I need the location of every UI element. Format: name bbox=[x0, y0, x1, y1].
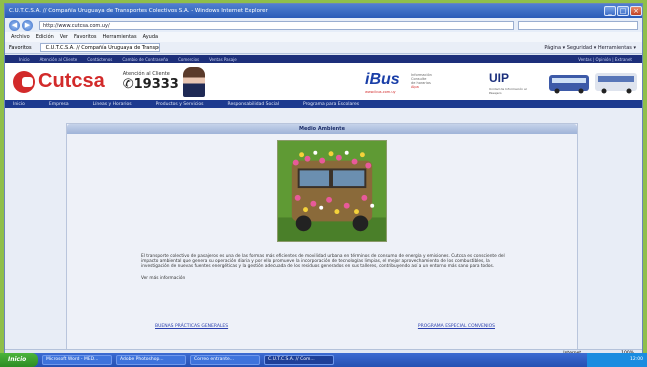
phone-number: ✆19333 bbox=[122, 77, 179, 92]
window-title: C.U.T.C.S.A. // Compañía Uruguaya de Tra… bbox=[9, 8, 268, 14]
ibus-info: Información Consulte de horarios Alpa bbox=[411, 73, 432, 89]
start-button[interactable]: Inicio bbox=[0, 353, 38, 367]
flower-bus-image bbox=[277, 140, 387, 242]
maximize-button[interactable]: □ bbox=[617, 6, 629, 16]
main-nav: Inicio Empresa Líneas y Horarios Product… bbox=[5, 100, 642, 108]
more-info-link[interactable]: Ver más información bbox=[141, 276, 511, 281]
nav-empresa[interactable]: Empresa bbox=[49, 102, 69, 107]
nav-responsabilidad[interactable]: Responsabilidad Social bbox=[228, 102, 279, 107]
link-buenas-practicas[interactable]: BUENAS PRÁCTICAS GENERALES bbox=[155, 324, 228, 329]
taskbar-item[interactable]: Correo entrante... bbox=[190, 355, 260, 365]
forward-button[interactable]: ▶ bbox=[22, 19, 33, 31]
address-bar[interactable]: http://www.cutcsa.com.uy/ bbox=[39, 20, 514, 30]
bus-logo-icon bbox=[13, 70, 35, 93]
nav-productos[interactable]: Productos y Servicios bbox=[156, 102, 204, 107]
back-button[interactable]: ◀ bbox=[9, 19, 20, 31]
paragraph: El transporte colectivo de pasajeros es … bbox=[141, 254, 505, 270]
top-link[interactable]: Contáctenos bbox=[87, 57, 112, 62]
site-top-strip: Inicio Atención al Cliente Contáctenos C… bbox=[5, 55, 642, 63]
menu-ver[interactable]: Ver bbox=[60, 34, 68, 40]
menu-archivo[interactable]: Archivo bbox=[11, 34, 30, 40]
system-tray-clock: 12:00 bbox=[587, 353, 647, 367]
nav-escolares[interactable]: Programa para Escolares bbox=[303, 102, 359, 107]
section-title: Medio Ambiente bbox=[67, 124, 577, 134]
command-bar[interactable]: Página ▾ Seguridad ▾ Herramientas ▾ bbox=[544, 45, 636, 51]
cutcsa-logo[interactable]: Cutcsa bbox=[13, 70, 105, 93]
search-input[interactable] bbox=[518, 20, 638, 30]
ibus-url[interactable]: www.ibus.com.uy bbox=[365, 90, 396, 94]
menu-herramientas[interactable]: Herramientas bbox=[103, 34, 137, 40]
content-panel: Medio Ambiente El transporte colectivo d… bbox=[66, 123, 578, 349]
title-bar: C.U.T.C.S.A. // Compañía Uruguaya de Tra… bbox=[5, 4, 642, 18]
link-programa-especial[interactable]: PROGRAMA ESPECIAL CONVENIOS bbox=[418, 324, 495, 329]
site-header: Cutcsa Atención al Cliente ✆19333 iBus w… bbox=[5, 63, 642, 100]
agent-photo bbox=[182, 66, 205, 97]
uip-caption: Unidad de Información al Pasajero bbox=[489, 87, 527, 95]
brand-name: Cutcsa bbox=[38, 70, 105, 92]
nav-inicio[interactable]: Inicio bbox=[13, 102, 25, 107]
favorites-button[interactable]: Favoritos bbox=[9, 45, 32, 51]
bottom-links: BUENAS PRÁCTICAS GENERALES PROGRAMA ESPE… bbox=[155, 324, 495, 329]
taskbar-item-active[interactable]: C.U.T.C.S.A. // Com... bbox=[264, 355, 334, 365]
minimize-button[interactable]: _ bbox=[604, 6, 616, 16]
contact-block: Atención al Cliente ✆19333 bbox=[123, 71, 179, 92]
nav-lineas[interactable]: Líneas y Horarios bbox=[93, 102, 132, 107]
taskbar-item[interactable]: Microsoft Word - MED... bbox=[42, 355, 112, 365]
top-link[interactable]: Inicio bbox=[19, 57, 30, 62]
top-right-links[interactable]: Ventas | Opinión | Extranet bbox=[578, 57, 632, 62]
top-link[interactable]: Cambio de Contraseña bbox=[122, 57, 168, 62]
page-viewport: Inicio Atención al Cliente Contáctenos C… bbox=[5, 55, 642, 349]
top-link[interactable]: Atención al Cliente bbox=[40, 57, 78, 62]
menu-bar: Archivo Edición Ver Favoritos Herramient… bbox=[5, 32, 642, 42]
buses-image bbox=[549, 73, 637, 94]
taskbar: Inicio Microsoft Word - MED... Adobe Pho… bbox=[0, 353, 647, 367]
uip-logo[interactable]: UIP bbox=[489, 71, 509, 85]
top-link[interactable]: Comercios bbox=[178, 57, 199, 62]
top-link[interactable]: Ventas Pasaje bbox=[209, 57, 237, 62]
browser-window: C.U.T.C.S.A. // Compañía Uruguaya de Tra… bbox=[4, 3, 643, 365]
favorites-bar: Favoritos C.U.T.C.S.A. // Compañía Urugu… bbox=[5, 42, 642, 54]
menu-favoritos[interactable]: Favoritos bbox=[74, 34, 97, 40]
body-text: El transporte colectivo de pasajeros es … bbox=[141, 254, 511, 281]
ibus-logo[interactable]: iBus bbox=[365, 71, 400, 89]
browser-tab[interactable]: C.U.T.C.S.A. // Compañía Uruguaya de Tra… bbox=[39, 43, 160, 52]
menu-edicion[interactable]: Edición bbox=[36, 34, 54, 40]
close-button[interactable]: × bbox=[630, 6, 642, 16]
address-row: ◀ ▶ http://www.cutcsa.com.uy/ bbox=[5, 18, 642, 32]
menu-ayuda[interactable]: Ayuda bbox=[143, 34, 158, 40]
taskbar-item[interactable]: Adobe Photoshop... bbox=[116, 355, 186, 365]
